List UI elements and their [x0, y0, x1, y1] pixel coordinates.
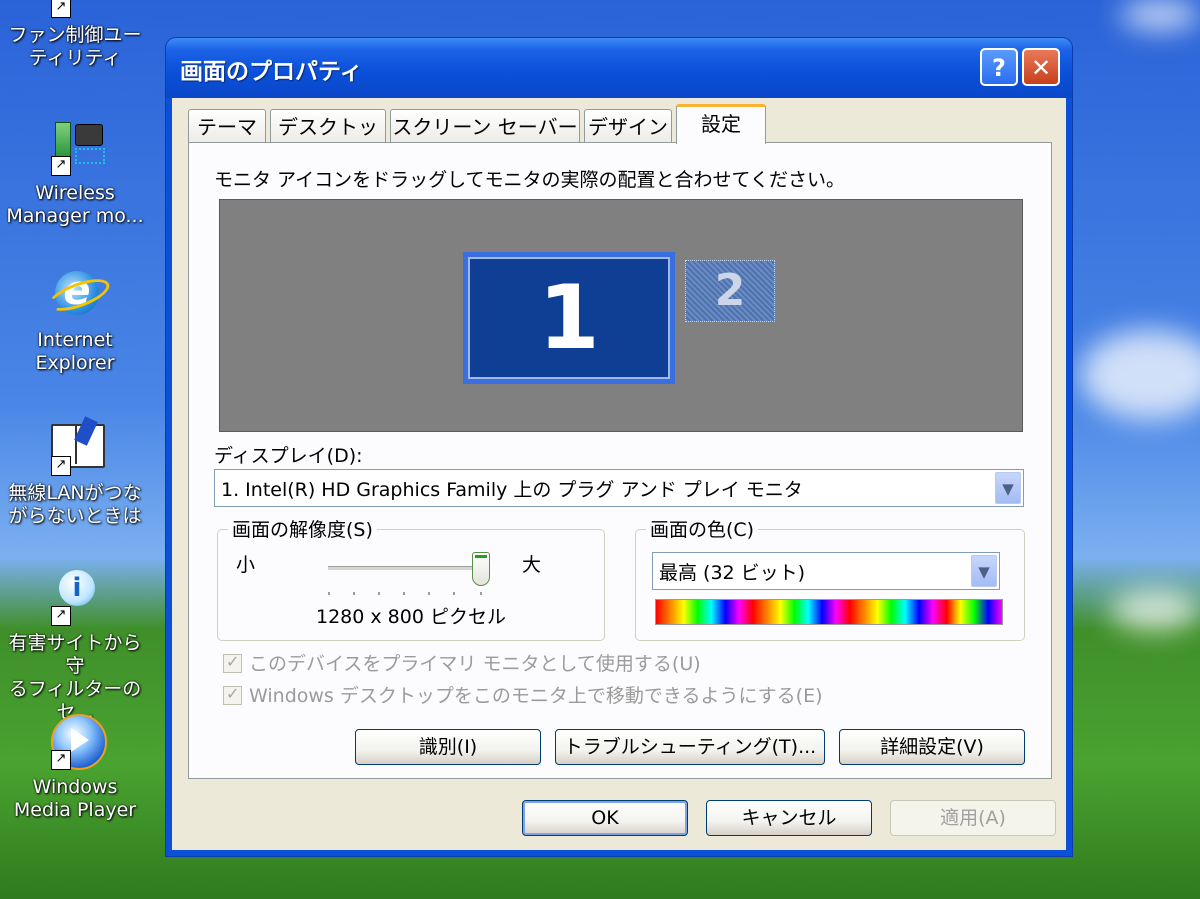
- monitor-arrangement-area: 1 2: [219, 199, 1023, 432]
- resolution-slider-thumb[interactable]: [472, 552, 490, 586]
- monitor-instruction: モニタ アイコンをドラッグしてモニタの実際の配置と合わせてください。: [214, 169, 845, 191]
- close-button[interactable]: ✕: [1022, 48, 1060, 86]
- desktop-icon-filter[interactable]: i ↗ 有害サイトから守 るフィルターのセ...: [0, 568, 150, 724]
- shortcut-arrow-icon: ↗: [51, 750, 71, 770]
- dialog-client-area: テーマ デスクトップ スクリーン セーバー デザイン 設定 モニタ アイコンをド…: [172, 98, 1066, 850]
- slider-tick: [328, 592, 330, 595]
- resolution-slider-track[interactable]: [328, 566, 482, 571]
- slider-tick: [453, 592, 455, 595]
- color-quality-legend: 画面の色(C): [646, 515, 759, 542]
- troubleshoot-button[interactable]: トラブルシューティング(T)...: [555, 729, 825, 765]
- resolution-max-label: 大: [522, 554, 542, 576]
- desktop-icon-label: 有害サイトから守 るフィルターのセ...: [8, 632, 142, 723]
- help-button[interactable]: ?: [980, 48, 1018, 86]
- apply-button[interactable]: 適用(A): [890, 800, 1056, 836]
- checkbox-box[interactable]: [223, 652, 242, 673]
- fan-utility-icon: ↗: [45, 0, 105, 20]
- tab-theme[interactable]: テーマ: [188, 109, 266, 143]
- desktop-icon-wlan-help[interactable]: ↗ 無線LANがつな がらないときは: [0, 416, 150, 528]
- resolution-min-label: 小: [236, 554, 256, 576]
- advanced-button[interactable]: 詳細設定(V): [839, 729, 1025, 765]
- resolution-group: 画面の解像度(S) 小 大 1280 x 800 ピクセル: [217, 515, 605, 641]
- color-quality-group: 画面の色(C) 最高 (32 ビット) ▼: [635, 515, 1025, 641]
- tab-settings[interactable]: 設定: [676, 104, 766, 144]
- cloud: [1080, 330, 1200, 420]
- desktop-icon-label: Wireless Manager mo...: [6, 182, 144, 227]
- ok-button[interactable]: OK: [522, 800, 688, 836]
- extend-desktop-checkbox[interactable]: Windows デスクトップをこのモニタ上で移動できるようにする(E): [223, 681, 823, 708]
- desktop-icon-label: Internet Explorer: [35, 329, 115, 374]
- checkbox-label: Windows デスクトップをこのモニタ上で移動できるようにする(E): [249, 685, 823, 707]
- color-quality-value: 最高 (32 ビット): [659, 562, 806, 584]
- resolution-value: 1280 x 800 ピクセル: [316, 606, 506, 628]
- checkbox-box[interactable]: [223, 684, 242, 705]
- cloud: [1110, 590, 1200, 630]
- slider-tick: [378, 592, 380, 595]
- shortcut-arrow-icon: ↗: [51, 0, 71, 18]
- display-label: ディスプレイ(D):: [214, 445, 363, 467]
- slider-tick: [480, 592, 482, 595]
- tab-appearance[interactable]: デザイン: [584, 109, 672, 143]
- shortcut-arrow-icon: ↗: [51, 156, 71, 176]
- internet-explorer-icon: e: [44, 265, 114, 325]
- desktop-icon-fan-utility[interactable]: ↗ ファン制御ユー ティリティ: [0, 0, 150, 70]
- info-icon: i ↗: [45, 568, 105, 628]
- monitor-1[interactable]: 1: [463, 252, 675, 384]
- shortcut-arrow-icon: ↗: [51, 456, 71, 476]
- monitor-2[interactable]: 2: [685, 260, 775, 322]
- chevron-down-icon[interactable]: ▼: [995, 472, 1021, 504]
- tab-desktop[interactable]: デスクトップ: [270, 109, 386, 173]
- slider-tick: [353, 592, 355, 595]
- title-bar[interactable]: 画面のプロパティ ? ✕: [166, 38, 1072, 98]
- media-player-icon: ↗: [45, 712, 107, 772]
- display-properties-window: 画面のプロパティ ? ✕ テーマ デスクトップ スクリーン セーバー デザイン …: [166, 38, 1072, 856]
- desktop-icon-media-player[interactable]: ↗ Windows Media Player: [0, 712, 150, 822]
- slider-tick: [403, 592, 405, 595]
- settings-panel: モニタ アイコンをドラッグしてモニタの実際の配置と合わせてください。 1 2 デ…: [188, 142, 1052, 779]
- desktop-icon-label: 無線LANがつな がらないときは: [8, 482, 142, 527]
- identify-button[interactable]: 識別(I): [355, 729, 541, 765]
- primary-monitor-checkbox[interactable]: このデバイスをプライマリ モニタとして使用する(U): [223, 649, 701, 676]
- color-quality-select[interactable]: 最高 (32 ビット) ▼: [652, 552, 1000, 590]
- cancel-button[interactable]: キャンセル: [706, 800, 872, 836]
- shortcut-arrow-icon: ↗: [51, 606, 71, 626]
- display-select-value: 1. Intel(R) HD Graphics Family 上の プラグ アン…: [221, 479, 803, 501]
- window-title: 画面のプロパティ: [180, 59, 363, 85]
- resolution-legend: 画面の解像度(S): [228, 515, 377, 542]
- slider-tick: [428, 592, 430, 595]
- checkbox-label: このデバイスをプライマリ モニタとして使用する(U): [249, 653, 701, 675]
- display-select[interactable]: 1. Intel(R) HD Graphics Family 上の プラグ アン…: [214, 469, 1024, 507]
- help-book-icon: ↗: [45, 416, 105, 478]
- wireless-manager-icon: ↗: [45, 118, 105, 178]
- desktop-icon-wireless-manager[interactable]: ↗ Wireless Manager mo...: [0, 118, 150, 228]
- chevron-down-icon[interactable]: ▼: [971, 555, 997, 587]
- desktop-icon-label: ファン制御ユー ティリティ: [8, 24, 142, 69]
- desktop-icon-label: Windows Media Player: [13, 776, 137, 821]
- tab-screensaver[interactable]: スクリーン セーバー: [390, 109, 580, 143]
- desktop-icon-internet-explorer[interactable]: e Internet Explorer: [0, 265, 150, 375]
- cloud: [1120, 0, 1200, 30]
- color-spectrum-bar: [655, 599, 1003, 625]
- monitor-1-number: 1: [468, 257, 670, 379]
